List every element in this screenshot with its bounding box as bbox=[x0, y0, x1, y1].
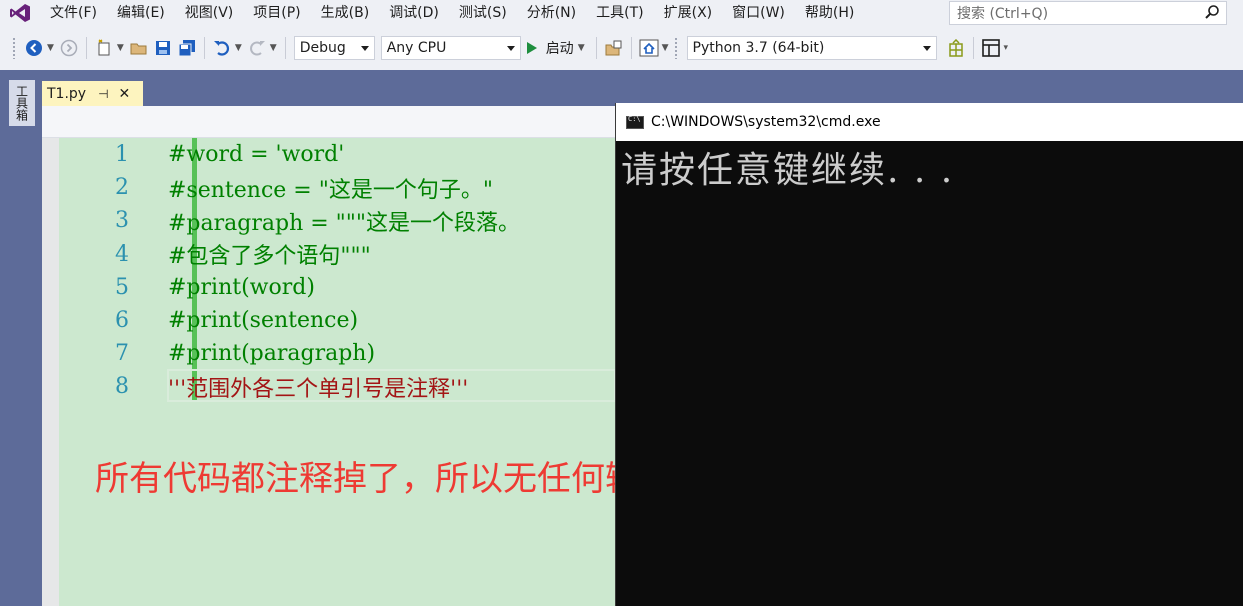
search-icon[interactable] bbox=[1204, 4, 1220, 24]
menu-bar: 文件(F) 编辑(E) 视图(V) 项目(P) 生成(B) 调试(D) 测试(S… bbox=[0, 0, 1243, 26]
chevron-down-icon[interactable]: ▼ bbox=[270, 43, 277, 53]
console-titlebar[interactable]: C:\WINDOWS\system32\cmd.exe bbox=[616, 103, 1243, 141]
solution-configuration-dropdown[interactable]: Debug bbox=[293, 36, 375, 60]
code-line[interactable]: '''范围外各三个单引号是注释''' bbox=[168, 370, 520, 403]
start-button[interactable]: 启动 ▼ bbox=[526, 38, 588, 58]
menu-file[interactable]: 文件(F) bbox=[40, 0, 107, 26]
line-number: 7 bbox=[115, 341, 129, 367]
line-number: 1 bbox=[115, 142, 129, 168]
environment-value: Python 3.7 (64-bit) bbox=[692, 40, 825, 56]
save-icon[interactable] bbox=[153, 36, 173, 60]
redo-icon[interactable] bbox=[247, 36, 267, 60]
annotation-text: 所有代码都注释掉了，所以无任何输出 bbox=[95, 459, 673, 499]
python-environment-dropdown[interactable]: Python 3.7 (64-bit) bbox=[686, 36, 937, 60]
toolbar-separator bbox=[85, 37, 87, 59]
open-folder-icon[interactable] bbox=[129, 36, 149, 60]
start-label: 启动 bbox=[545, 41, 574, 57]
undo-icon[interactable] bbox=[212, 36, 232, 60]
toolbar-separator bbox=[203, 37, 205, 59]
editor-margin bbox=[42, 138, 59, 606]
menu-extensions[interactable]: 扩展(X) bbox=[654, 0, 723, 26]
close-icon[interactable]: ✕ bbox=[119, 86, 131, 102]
platform-value: Any CPU bbox=[386, 40, 447, 56]
navigate-forward-icon[interactable] bbox=[59, 36, 79, 60]
code-line[interactable]: #print(paragraph) bbox=[168, 337, 520, 370]
line-number-gutter: 1 2 3 4 5 6 7 8 bbox=[59, 138, 129, 404]
play-icon bbox=[526, 42, 537, 54]
python-environments-icon[interactable] bbox=[946, 36, 966, 60]
toolbar-grip[interactable] bbox=[12, 37, 16, 59]
line-number: 5 bbox=[115, 274, 129, 300]
tab-t1-py[interactable]: T1.py ⊣ ✕ bbox=[42, 81, 143, 106]
console-window[interactable]: C:\WINDOWS\system32\cmd.exe 请按任意键继续. . . bbox=[615, 103, 1243, 606]
toolbar-grip[interactable] bbox=[673, 37, 678, 59]
toolbar-separator bbox=[630, 37, 632, 59]
line-number: 6 bbox=[115, 308, 129, 334]
configuration-value: Debug bbox=[299, 40, 346, 56]
menu-analyze[interactable]: 分析(N) bbox=[517, 0, 586, 26]
chevron-down-icon[interactable]: ▼ bbox=[235, 43, 242, 53]
solution-platform-dropdown[interactable]: Any CPU bbox=[380, 36, 521, 60]
chevron-down-icon[interactable]: ▼ bbox=[578, 43, 585, 53]
save-all-icon[interactable] bbox=[177, 36, 197, 60]
chevron-down-icon[interactable]: ▼ bbox=[117, 43, 124, 53]
home-icon[interactable] bbox=[639, 36, 659, 60]
search-input[interactable]: 搜索 (Ctrl+Q) bbox=[949, 1, 1227, 25]
code-line[interactable]: #paragraph = """这是一个段落。 bbox=[168, 204, 520, 237]
side-panel-strip bbox=[0, 70, 42, 606]
chevron-down-icon[interactable]: ▾ bbox=[1004, 43, 1009, 53]
standard-toolbar: ▼ ▼ ▼ ▼ Debug Any CPU 启动 ▼ ▼ Python 3.7 … bbox=[0, 26, 1243, 70]
chevron-down-icon[interactable]: ▼ bbox=[662, 43, 669, 53]
chevron-down-icon[interactable] bbox=[922, 46, 931, 51]
menu-debug[interactable]: 调试(D) bbox=[379, 0, 449, 26]
tab-title: T1.py bbox=[47, 85, 87, 102]
menu-project[interactable]: 项目(P) bbox=[243, 0, 310, 26]
new-project-icon[interactable] bbox=[94, 36, 114, 60]
line-number: 2 bbox=[115, 175, 129, 201]
document-tab-well: T1.py ⊣ ✕ bbox=[42, 70, 1243, 106]
toolbar-separator bbox=[595, 37, 597, 59]
chevron-down-icon[interactable] bbox=[360, 46, 369, 51]
menu-test[interactable]: 测试(S) bbox=[449, 0, 517, 26]
toolbar-separator bbox=[972, 37, 974, 59]
line-number: 8 bbox=[115, 374, 129, 400]
cmd-icon bbox=[626, 115, 644, 129]
line-number: 4 bbox=[115, 241, 129, 267]
code-line[interactable]: #包含了多个语句""" bbox=[168, 238, 520, 271]
code-line[interactable]: #print(word) bbox=[168, 271, 520, 304]
code-line[interactable]: #print(sentence) bbox=[168, 304, 520, 337]
menu-build[interactable]: 生成(B) bbox=[311, 0, 380, 26]
code-line[interactable]: #sentence = "这是一个句子。" bbox=[168, 171, 520, 204]
navigate-back-icon[interactable] bbox=[24, 36, 44, 60]
chevron-down-icon[interactable] bbox=[506, 46, 515, 51]
code-lines[interactable]: #word = 'word' #sentence = "这是一个句子。" #pa… bbox=[168, 138, 520, 404]
line-number: 3 bbox=[115, 208, 129, 234]
menu-view[interactable]: 视图(V) bbox=[175, 0, 244, 26]
toolbox-tab[interactable]: 工具箱 bbox=[9, 80, 35, 126]
console-title: C:\WINDOWS\system32\cmd.exe bbox=[651, 114, 881, 130]
menu-window[interactable]: 窗口(W) bbox=[722, 0, 795, 26]
menu-tools[interactable]: 工具(T) bbox=[586, 0, 653, 26]
menu-edit[interactable]: 编辑(E) bbox=[107, 0, 175, 26]
search-placeholder: 搜索 (Ctrl+Q) bbox=[957, 6, 1049, 22]
console-output: 请按任意键继续. . . bbox=[621, 150, 955, 191]
menu-help[interactable]: 帮助(H) bbox=[795, 0, 864, 26]
code-editor[interactable]: 1 2 3 4 5 6 7 8 #word = 'word' #sentence… bbox=[42, 138, 616, 606]
code-line[interactable]: #word = 'word' bbox=[168, 138, 520, 171]
pin-icon[interactable]: ⊣ bbox=[98, 87, 108, 101]
chevron-down-icon[interactable]: ▼ bbox=[47, 43, 54, 53]
find-in-files-icon[interactable] bbox=[604, 36, 624, 60]
toolbar-separator bbox=[284, 37, 286, 59]
window-layout-icon[interactable] bbox=[981, 36, 1001, 60]
visual-studio-logo-icon bbox=[0, 0, 40, 26]
